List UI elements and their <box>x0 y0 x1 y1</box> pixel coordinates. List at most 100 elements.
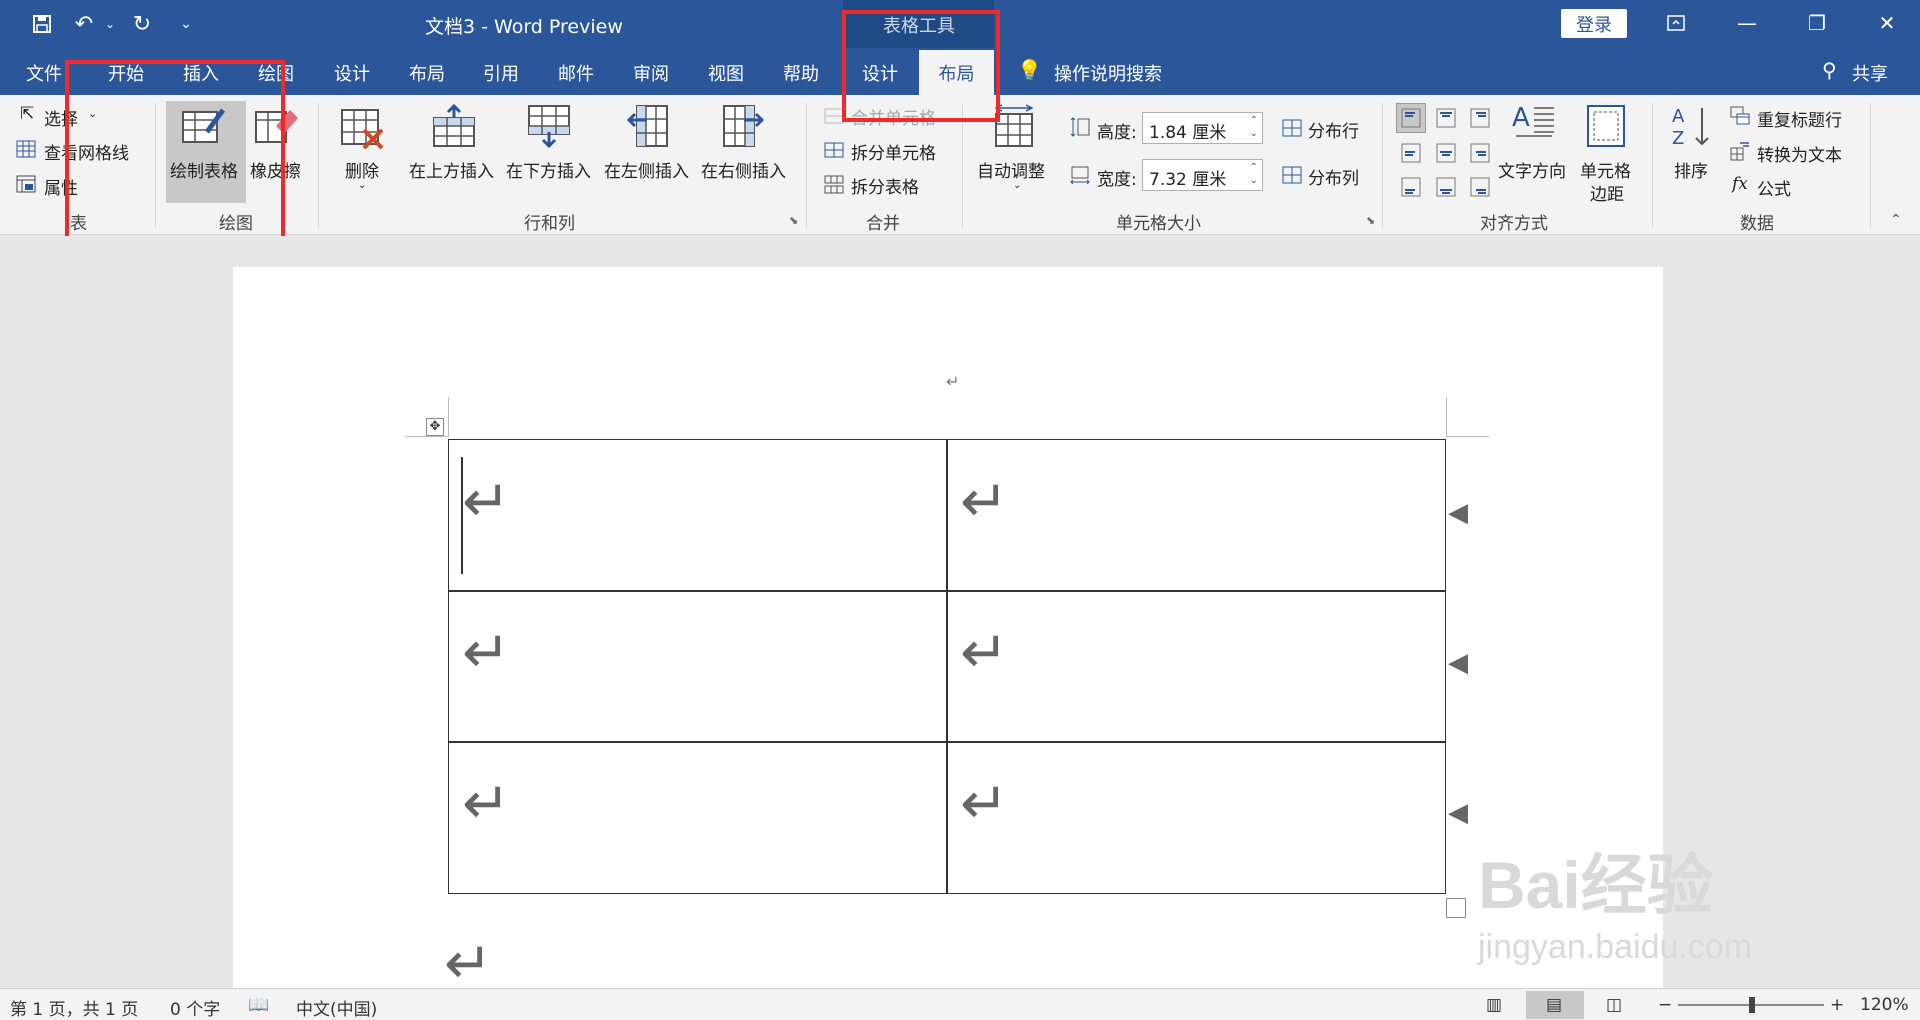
height-value: 1.84 厘米 <box>1149 123 1227 143</box>
width-field[interactable]: 7.32 厘米 ⌃ ⌄ <box>1142 159 1263 191</box>
ribbon-display-icon[interactable] <box>1659 8 1693 38</box>
gridlines-icon <box>16 140 36 158</box>
proofing-icon[interactable]: 📖 <box>248 995 269 1015</box>
web-layout-icon[interactable]: ◫ <box>1606 995 1622 1015</box>
width-icon <box>1070 166 1090 185</box>
cell-size-group-label: 单元格大小 <box>1116 214 1201 234</box>
zoom-slider-thumb[interactable] <box>1749 997 1755 1013</box>
distribute-cols-icon <box>1282 166 1302 184</box>
distribute-cols-button[interactable]: 分布列 <box>1308 164 1359 189</box>
tab-view[interactable]: 视图 <box>708 60 744 86</box>
convert-to-text-button[interactable]: 转换为文本 <box>1757 141 1842 166</box>
insert-right-button[interactable]: 在右侧插入 <box>701 157 786 182</box>
text-cursor <box>461 457 463 574</box>
cell-margins-label-2: 边距 <box>1590 185 1624 205</box>
cell-mark[interactable]: ↵ <box>462 774 511 832</box>
cell-margins-button[interactable]: 单元格 <box>1580 157 1631 182</box>
read-mode-icon[interactable]: ▥ <box>1486 995 1502 1015</box>
zoom-in-icon[interactable]: + <box>1830 995 1844 1015</box>
data-group-label: 数据 <box>1740 214 1774 234</box>
align-top-center-icon[interactable] <box>1436 108 1456 128</box>
redo-icon[interactable]: ↻ <box>128 10 156 38</box>
text-direction-icon: A <box>1512 103 1554 137</box>
chevron-down-icon: ⌄ <box>358 180 367 191</box>
height-label: 高度: <box>1097 123 1137 143</box>
delete-button[interactable]: 删除 <box>345 157 379 182</box>
insert-below-button[interactable]: 在下方插入 <box>506 157 591 182</box>
split-cells-button[interactable]: 拆分单元格 <box>851 139 936 164</box>
login-button[interactable]: 登录 <box>1561 9 1627 38</box>
split-table-button[interactable]: 拆分表格 <box>851 173 919 198</box>
table-move-handle-icon[interactable]: ✥ <box>426 418 444 436</box>
zoom-out-icon[interactable]: − <box>1658 995 1672 1015</box>
dialog-launcher-icon[interactable]: ⬊ <box>789 214 798 227</box>
align-bottom-left-icon[interactable] <box>1401 177 1421 197</box>
watermark-logo: Bai经验 <box>1478 848 1713 922</box>
width-label: 宽度: <box>1097 170 1137 190</box>
group-divider <box>318 103 319 228</box>
dialog-launcher-icon[interactable]: ⬊ <box>1366 214 1375 227</box>
cell-margins-icon <box>1587 105 1625 147</box>
repeat-header-icon <box>1730 106 1750 125</box>
tab-design[interactable]: 设计 <box>334 60 370 86</box>
insert-left-button[interactable]: 在左侧插入 <box>604 157 689 182</box>
align-middle-left-icon[interactable] <box>1401 143 1421 163</box>
restore-icon[interactable]: ❐ <box>1800 8 1834 38</box>
status-bar: 第 1 页，共 1 页 0 个字 📖 中文(中国) ▥ ▤ ◫ − + 120% <box>0 988 1920 1020</box>
repeat-header-button[interactable]: 重复标题行 <box>1757 106 1842 131</box>
page-count[interactable]: 第 1 页，共 1 页 <box>10 995 138 1020</box>
lightbulb-icon: 💡 <box>1017 58 1042 82</box>
insert-right-icon <box>723 105 765 147</box>
width-value: 7.32 厘米 <box>1149 170 1227 190</box>
sort-button[interactable]: 排序 <box>1674 157 1708 182</box>
cell-mark[interactable]: ↵ <box>462 472 511 530</box>
distribute-rows-button[interactable]: 分布行 <box>1308 117 1359 142</box>
undo-icon[interactable]: ↶ <box>70 10 98 38</box>
table-row-divider <box>448 590 1446 592</box>
cell-mark[interactable]: ↵ <box>960 774 1009 832</box>
group-divider <box>1870 103 1871 228</box>
undo-dropdown-icon[interactable]: ⌄ <box>96 10 124 38</box>
paragraph-mark-end: ↵ <box>444 929 493 997</box>
tab-file[interactable]: 文件 <box>26 60 62 86</box>
text-direction-button[interactable]: 文字方向 <box>1498 157 1566 182</box>
tell-me-search[interactable]: 操作说明搜索 <box>1054 60 1162 86</box>
spin-arrows-icon[interactable]: ⌃ ⌄ <box>1250 161 1258 187</box>
align-bottom-center-icon[interactable] <box>1436 177 1456 197</box>
align-top-right-icon[interactable] <box>1470 108 1490 128</box>
tab-review[interactable]: 审阅 <box>633 60 669 86</box>
customize-icon[interactable]: ⌄ <box>172 10 200 38</box>
tab-mailings[interactable]: 邮件 <box>558 60 594 86</box>
cell-mark[interactable]: ↵ <box>462 623 511 681</box>
height-field[interactable]: 1.84 厘米 ⌃ ⌄ <box>1142 112 1263 144</box>
tab-layout[interactable]: 布局 <box>409 60 445 86</box>
collapse-ribbon-icon[interactable]: ⌃ <box>1890 212 1902 228</box>
spin-arrows-icon[interactable]: ⌃ ⌄ <box>1250 114 1258 140</box>
table-col-divider <box>946 439 948 894</box>
insert-above-button[interactable]: 在上方插入 <box>409 157 494 182</box>
share-button[interactable]: 共享 <box>1852 60 1888 86</box>
end-of-row-icon: ◀ <box>1448 798 1468 828</box>
chevron-down-icon: ⌄ <box>1013 180 1022 191</box>
save-icon[interactable] <box>28 10 56 38</box>
split-cells-icon <box>824 142 844 158</box>
close-icon[interactable]: ✕ <box>1870 8 1904 38</box>
tab-help[interactable]: 帮助 <box>783 60 819 86</box>
group-divider <box>1382 103 1383 228</box>
cell-mark[interactable]: ↵ <box>960 472 1009 530</box>
align-middle-right-icon[interactable] <box>1470 143 1490 163</box>
minimize-icon[interactable]: — <box>1730 8 1764 38</box>
user-icon: ⚲ <box>1822 58 1837 82</box>
align-center-icon[interactable] <box>1436 143 1456 163</box>
language[interactable]: 中文(中国) <box>296 995 377 1020</box>
formula-button[interactable]: 公式 <box>1757 175 1791 200</box>
zoom-level[interactable]: 120% <box>1860 995 1909 1015</box>
margin-guide <box>1446 436 1489 437</box>
autofit-button[interactable]: 自动调整 <box>977 157 1045 182</box>
tab-references[interactable]: 引用 <box>483 60 519 86</box>
margin-guide <box>405 436 448 437</box>
word-count[interactable]: 0 个字 <box>170 995 220 1020</box>
align-bottom-right-icon[interactable] <box>1470 177 1490 197</box>
cell-mark[interactable]: ↵ <box>960 623 1009 681</box>
table-resize-handle-icon[interactable] <box>1446 898 1466 918</box>
